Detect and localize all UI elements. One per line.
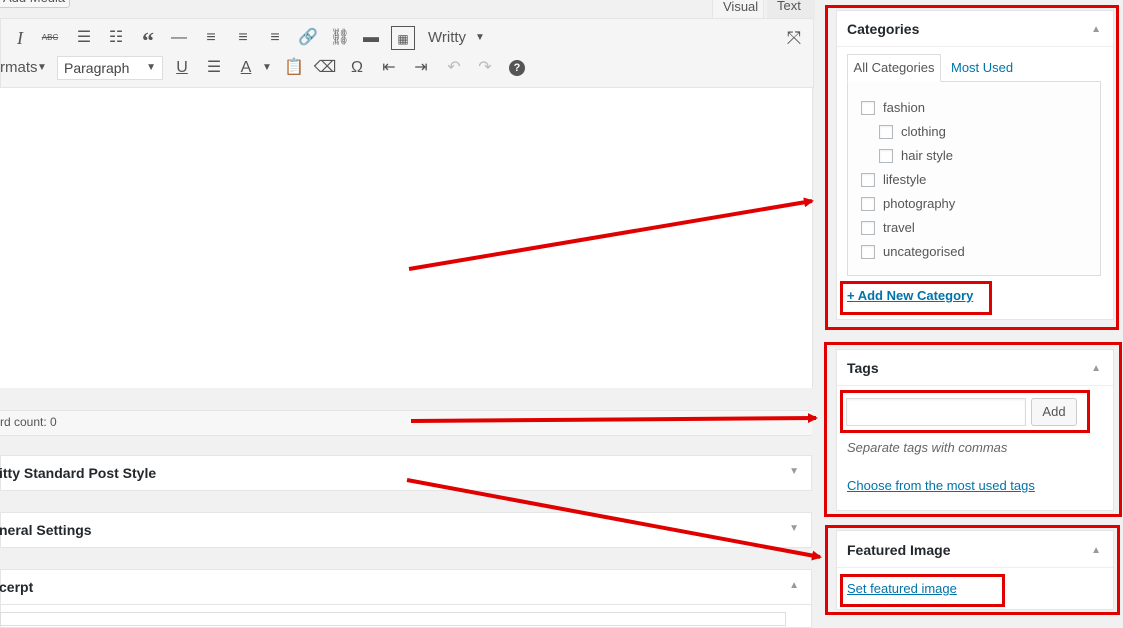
bullet-list-icon[interactable]: ☰	[72, 26, 96, 50]
undo-icon[interactable]: ↶	[442, 56, 466, 80]
add-media-button[interactable]: Add Media	[0, 0, 70, 8]
checkbox-hair-style[interactable]	[879, 149, 893, 163]
chevron-down-icon: ▼	[475, 32, 485, 43]
chevron-up-icon[interactable]: ▲	[789, 580, 799, 591]
panel-divider	[837, 567, 1113, 568]
chevron-down-icon[interactable]: ▼	[789, 466, 799, 477]
checkbox-photography[interactable]	[861, 197, 875, 211]
redo-icon[interactable]: ↷	[473, 56, 497, 80]
choose-most-used-tags-link[interactable]: Choose from the most used tags	[847, 478, 1035, 493]
featured-image-title: Featured Image	[847, 542, 951, 558]
chevron-down-icon: ▼	[262, 62, 272, 73]
numbered-list-icon[interactable]: ☷	[104, 26, 128, 50]
post-editor: Add Media Visual Text I ABC ☰ ☷ “ — ≡ ≡ …	[0, 0, 815, 628]
chevron-down-icon: ▼	[146, 62, 156, 73]
checkbox-lifestyle[interactable]	[861, 173, 875, 187]
writty-plugin-dropdown[interactable]: Writty	[428, 26, 466, 50]
add-new-category-link[interactable]: + Add New Category	[847, 288, 973, 303]
tab-most-used[interactable]: Most Used	[951, 60, 1013, 75]
metabox-title: neral Settings	[0, 522, 92, 538]
link-icon[interactable]: 🔗	[296, 26, 320, 50]
chevron-up-icon[interactable]: ▲	[1091, 545, 1101, 556]
tab-visual[interactable]: Visual	[712, 0, 764, 18]
category-label: lifestyle	[883, 172, 927, 187]
align-center-icon[interactable]: ≡	[231, 26, 255, 50]
tags-hint: Separate tags with commas	[847, 440, 1008, 455]
paragraph-select[interactable]: Paragraph ▼	[57, 56, 163, 80]
metabox-general-settings[interactable]: neral Settings ▼	[0, 512, 812, 548]
unlink-icon[interactable]: ⛓	[328, 26, 352, 50]
category-label: clothing	[901, 124, 946, 139]
panel-divider	[837, 46, 1113, 47]
tags-title: Tags	[847, 360, 879, 376]
category-label: travel	[883, 220, 915, 235]
chevron-up-icon[interactable]: ▲	[1091, 24, 1101, 35]
panel-divider	[837, 385, 1113, 386]
align-left-icon[interactable]: ≡	[199, 26, 223, 50]
align-right-icon[interactable]: ≡	[263, 26, 287, 50]
featured-image-panel: Featured Image ▲	[836, 530, 1114, 610]
metabox-writty-style[interactable]: itty Standard Post Style ▼	[0, 455, 812, 491]
category-label: fashion	[883, 100, 925, 115]
checkbox-uncategorised[interactable]	[861, 245, 875, 259]
help-button[interactable]: ?	[509, 60, 525, 76]
metabox-excerpt[interactable]: cerpt ▲	[0, 569, 812, 605]
chevron-up-icon[interactable]: ▲	[1091, 363, 1101, 374]
tab-text[interactable]: Text	[767, 0, 815, 18]
set-featured-image-link[interactable]: Set featured image	[847, 581, 957, 596]
category-label: hair style	[901, 148, 954, 163]
read-more-icon[interactable]: ▬	[359, 26, 383, 50]
checkbox-fashion[interactable]	[861, 101, 875, 115]
italic-button[interactable]: I	[8, 26, 32, 50]
categories-title: Categories	[847, 21, 920, 37]
underline-button[interactable]: U	[170, 56, 194, 80]
clear-formatting-icon[interactable]: ⌫	[313, 56, 337, 80]
indent-icon[interactable]: ⇥	[409, 56, 433, 80]
strikethrough-button[interactable]: ABC	[38, 26, 62, 50]
category-label: uncategorised	[883, 244, 965, 259]
metabox-title: cerpt	[0, 579, 34, 595]
category-label: photography	[883, 196, 956, 211]
checkbox-travel[interactable]	[861, 221, 875, 235]
chevron-down-icon[interactable]: ▼	[789, 523, 799, 534]
outdent-icon[interactable]: ⇤	[377, 56, 401, 80]
horizontal-line-button[interactable]: —	[167, 26, 191, 50]
add-tag-button[interactable]: Add	[1031, 398, 1077, 426]
editor-content-area[interactable]	[0, 88, 813, 388]
blockquote-button[interactable]: “	[136, 26, 160, 55]
checkbox-clothing[interactable]	[879, 125, 893, 139]
paste-text-icon[interactable]: 📋	[282, 56, 306, 80]
chevron-down-icon: ▼	[37, 62, 47, 73]
metabox-title: itty Standard Post Style	[0, 465, 157, 481]
tag-input[interactable]	[846, 398, 1026, 426]
justify-icon[interactable]: ☰	[202, 56, 226, 80]
word-count: rd count: 0	[0, 410, 812, 436]
tab-all-categories[interactable]: All Categories	[847, 54, 941, 82]
fullscreen-icon[interactable]: ⤧	[782, 26, 806, 50]
toolbar-toggle-icon[interactable]: ▦	[391, 26, 415, 50]
special-character-button[interactable]: Ω	[345, 56, 369, 80]
paragraph-select-value: Paragraph	[64, 60, 130, 76]
